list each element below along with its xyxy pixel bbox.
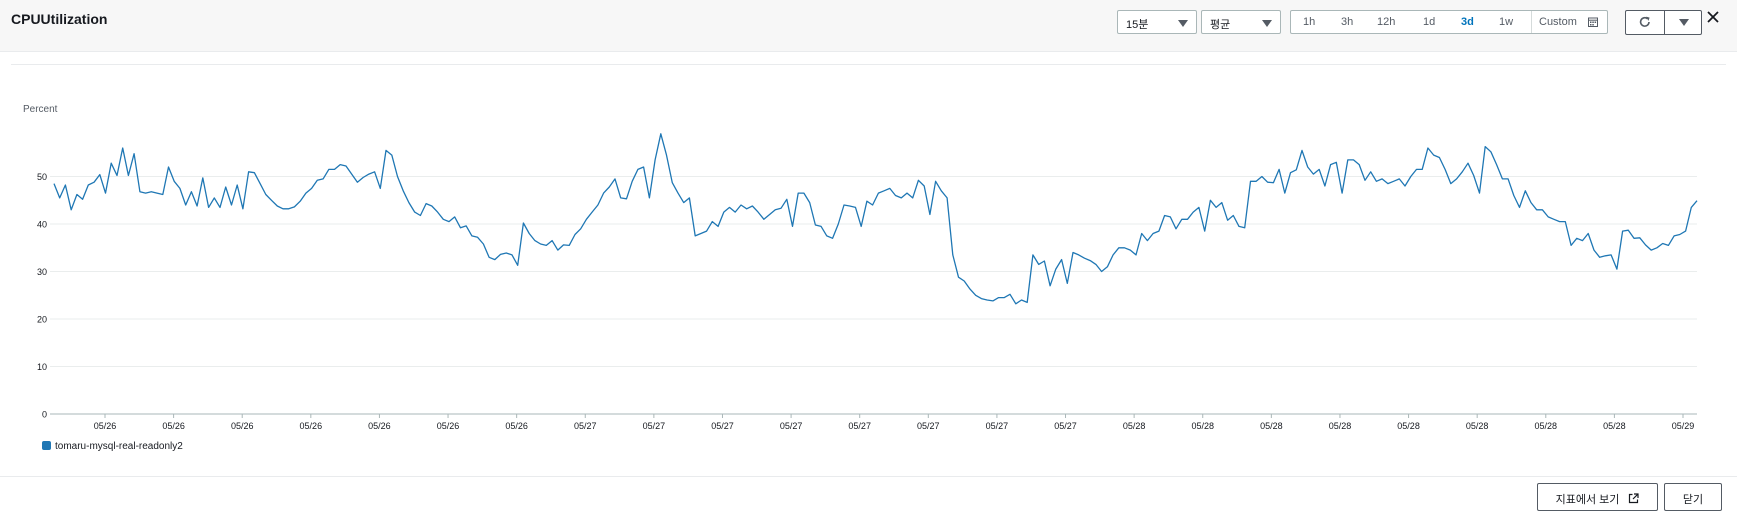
x-tick-label: 05/28: [1191, 421, 1214, 431]
x-tick-label: 05/29: [1672, 421, 1695, 431]
x-tick-label: 05/27: [780, 421, 803, 431]
x-tick-label: 05/26: [368, 421, 391, 431]
x-tick-label: 05/28: [1603, 421, 1626, 431]
x-tick-label: 05/27: [574, 421, 597, 431]
x-tick-label: 05/28: [1329, 421, 1352, 431]
close-button-label: 닫기: [1682, 494, 1704, 506]
view-in-metrics-button[interactable]: 지표에서 보기: [1537, 483, 1658, 511]
x-tick-label: 05/27: [711, 421, 734, 431]
footer-divider: [0, 476, 1737, 477]
x-tick-label: 05/26: [300, 421, 323, 431]
y-tick-label: 50: [37, 172, 47, 182]
view-in-metrics-label: 지표에서 보기: [1555, 494, 1620, 506]
x-tick-label: 05/28: [1397, 421, 1420, 431]
x-tick-label: 05/28: [1260, 421, 1283, 431]
x-tick-label: 05/26: [94, 421, 117, 431]
y-tick-label: 10: [37, 362, 47, 372]
x-tick-label: 05/27: [643, 421, 666, 431]
x-tick-label: 05/26: [437, 421, 460, 431]
x-tick-label: 05/28: [1466, 421, 1489, 431]
series-line: [53, 133, 1698, 305]
x-tick-label: 05/26: [231, 421, 254, 431]
x-tick-label: 05/28: [1535, 421, 1558, 431]
x-tick-label: 05/26: [505, 421, 528, 431]
y-tick-label: 30: [37, 267, 47, 277]
x-tick-label: 05/27: [986, 421, 1009, 431]
x-tick-label: 05/27: [917, 421, 940, 431]
close-button[interactable]: 닫기: [1664, 483, 1722, 511]
external-link-icon: [1629, 493, 1640, 504]
legend-swatch: [42, 441, 51, 450]
cpu-utilization-chart: 0 10 20 30 40 50 05/26 05/26 05/26 05/26 05/26 05/2…: [37, 133, 1698, 431]
x-tick-label: 05/28: [1123, 421, 1146, 431]
y-tick-label: 0: [42, 410, 47, 420]
x-tick-label: 05/26: [162, 421, 185, 431]
x-tick-label: 05/27: [848, 421, 871, 431]
y-tick-label: 40: [37, 220, 47, 230]
legend-label: tomaru-mysql-real-readonly2: [55, 441, 183, 452]
y-tick-label: 20: [37, 315, 47, 325]
legend[interactable]: tomaru-mysql-real-readonly2: [42, 441, 183, 452]
x-tick-label: 05/27: [1054, 421, 1077, 431]
